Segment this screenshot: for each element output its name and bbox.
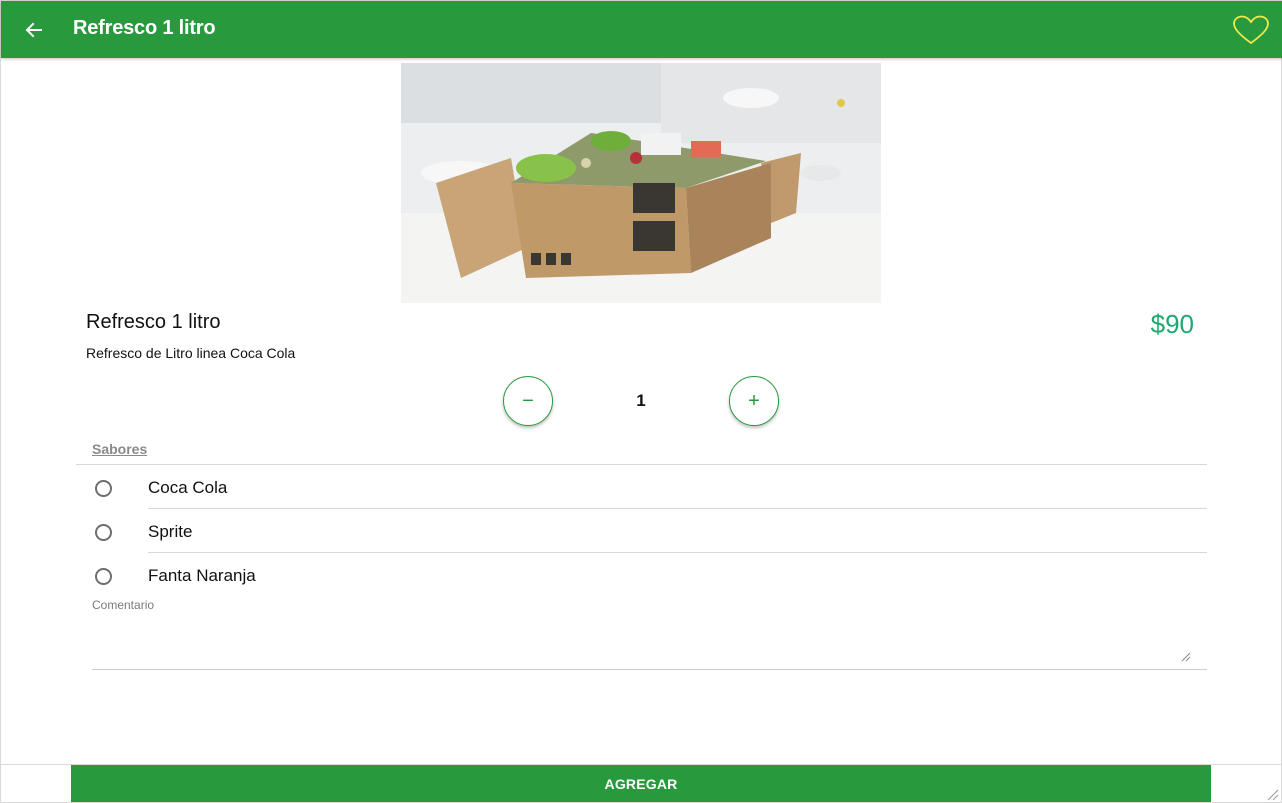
comment-field[interactable]: [92, 614, 1192, 664]
flavor-option-fanta-naranja[interactable]: Fanta Naranja: [76, 553, 1207, 597]
flavor-option-label: Sprite: [148, 522, 193, 541]
window-resize-icon[interactable]: [1265, 787, 1279, 801]
app-header: Refresco 1 litro: [1, 1, 1282, 58]
page-title: Refresco 1 litro: [73, 17, 216, 39]
heart-outline-icon: [1233, 15, 1269, 45]
radio-button[interactable]: [95, 524, 112, 541]
flavor-option-label: Fanta Naranja: [148, 566, 256, 585]
add-to-cart-button[interactable]: AGREGAR: [71, 765, 1211, 802]
product-name: Refresco 1 litro: [86, 311, 221, 333]
flavors-section-label: Sabores: [92, 441, 148, 457]
radio-button[interactable]: [95, 568, 112, 585]
decrease-quantity-button[interactable]: −: [503, 376, 553, 426]
app-window: Refresco 1 litro Refresco 1 litro Refres…: [0, 0, 1282, 803]
radio-button[interactable]: [95, 480, 112, 497]
product-description: Refresco de Litro linea Coca Cola: [86, 345, 296, 361]
resize-grip-icon[interactable]: [1179, 650, 1191, 662]
increase-quantity-button[interactable]: +: [729, 376, 779, 426]
comment-label: Comentario: [92, 598, 155, 612]
product-price: $90: [1150, 309, 1194, 339]
product-image: [401, 63, 881, 303]
favorite-button[interactable]: [1231, 13, 1271, 47]
plus-icon: +: [748, 389, 760, 412]
arrow-left-icon: [25, 22, 42, 38]
divider: [92, 669, 1207, 670]
minus-icon: −: [522, 389, 534, 412]
flavor-option-sprite[interactable]: Sprite: [76, 509, 1207, 553]
back-button[interactable]: [19, 15, 49, 45]
quantity-value: 1: [636, 391, 646, 410]
flavor-option-label: Coca Cola: [148, 478, 228, 497]
flavor-option-coca-cola[interactable]: Coca Cola: [76, 465, 1207, 509]
